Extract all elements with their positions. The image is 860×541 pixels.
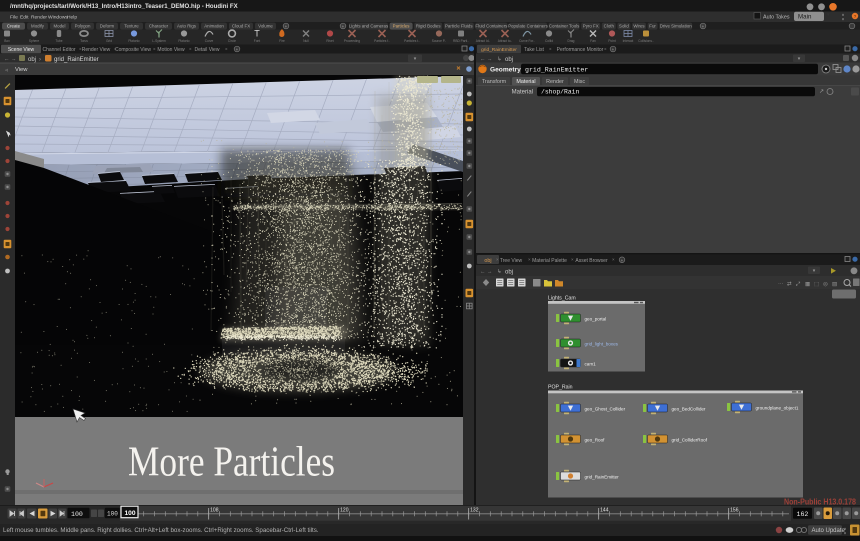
svg-text:Particle Fluids: Particle Fluids — [445, 24, 473, 29]
svg-text:Curve For..: Curve For.. — [519, 39, 535, 43]
svg-text:Particles: Particles — [393, 24, 411, 29]
svg-text:grid_RainEmitter: grid_RainEmitter — [54, 57, 99, 63]
svg-text:Grid: Grid — [106, 39, 112, 43]
svg-text:Platonic: Platonic — [128, 39, 140, 43]
svg-text:Scene View: Scene View — [8, 47, 35, 53]
svg-text:Container Tools: Container Tools — [549, 24, 580, 29]
svg-text:Channel Editor: Channel Editor — [42, 47, 75, 53]
svg-text:Render: Render — [31, 15, 47, 21]
svg-text:T: T — [254, 29, 260, 39]
svg-text:Platonic: Platonic — [178, 39, 190, 43]
svg-text:Populate Containers: Populate Containers — [508, 24, 549, 29]
svg-text:Fluid Containers: Fluid Containers — [475, 24, 508, 29]
svg-text:+: + — [236, 47, 239, 52]
svg-text:Lights and Cameras: Lights and Cameras — [349, 24, 389, 29]
svg-text:Texture: Texture — [124, 24, 139, 29]
svg-text:Cloud FX: Cloud FX — [232, 24, 250, 29]
svg-text:Drive Simulation: Drive Simulation — [660, 24, 693, 29]
svg-text:×: × — [79, 47, 82, 52]
svg-text:Edit: Edit — [20, 15, 29, 21]
svg-text:Polygon: Polygon — [75, 24, 91, 29]
svg-text:×: × — [225, 47, 228, 52]
svg-text:Collisions..: Collisions.. — [638, 39, 654, 43]
svg-text:Particles t..: Particles t.. — [404, 39, 420, 43]
svg-text:Create: Create — [7, 24, 21, 29]
svg-text:Render View: Render View — [82, 47, 111, 53]
svg-text:Circle: Circle — [228, 39, 236, 43]
svg-text:Interact: Interact — [623, 39, 634, 43]
svg-text:Drag: Drag — [568, 39, 575, 43]
svg-text:Attract Id..: Attract Id.. — [476, 39, 491, 43]
svg-text:Motion View: Motion View — [157, 47, 185, 53]
svg-text:Particles f..: Particles f.. — [374, 39, 390, 43]
svg-text:RBD Parti..: RBD Parti.. — [453, 39, 469, 43]
svg-text:L-System: L-System — [152, 39, 166, 43]
svg-text:←: ← — [4, 57, 10, 63]
svg-text:Font: Font — [254, 39, 260, 43]
svg-text:Fire: Fire — [279, 39, 285, 43]
svg-text:×: × — [189, 47, 192, 52]
svg-text:Null: Null — [303, 39, 309, 43]
svg-text:Detail View: Detail View — [195, 47, 220, 53]
svg-text:Rivet: Rivet — [326, 39, 333, 43]
svg-text:Help: Help — [67, 15, 77, 21]
svg-text:Torus: Torus — [80, 39, 88, 43]
svg-text:Source P..: Source P.. — [432, 39, 447, 43]
svg-text:Tube: Tube — [55, 39, 62, 43]
svg-text:Model: Model — [54, 24, 66, 29]
svg-text:Windows: Windows — [48, 15, 68, 21]
svg-text:Collid: Collid — [545, 39, 553, 43]
svg-text:Proceeding: Proceeding — [344, 39, 360, 43]
svg-text:Main: Main — [798, 14, 812, 21]
svg-text:→: → — [11, 57, 17, 63]
svg-text:›: › — [39, 57, 41, 63]
svg-text:Composite View: Composite View — [115, 47, 151, 53]
svg-text:▾: ▾ — [842, 17, 844, 22]
svg-text:+: + — [702, 24, 705, 29]
svg-text:+: + — [285, 24, 288, 29]
svg-text:Curve: Curve — [205, 39, 214, 43]
svg-text:obj: obj — [28, 57, 36, 63]
svg-text:Attract to..: Attract to.. — [498, 39, 513, 43]
svg-text:File: File — [10, 15, 18, 21]
svg-text:Point: Point — [608, 39, 615, 43]
svg-text:Box: Box — [4, 39, 10, 43]
svg-text:◃: ◃ — [5, 68, 8, 74]
svg-text:Animation: Animation — [204, 24, 224, 29]
svg-text:View: View — [15, 67, 28, 73]
svg-text:Fan: Fan — [590, 39, 596, 43]
svg-text:Character: Character — [149, 24, 169, 29]
svg-text:×: × — [114, 47, 117, 52]
svg-text:Pyro FX: Pyro FX — [583, 24, 599, 29]
svg-text:×: × — [153, 47, 156, 52]
svg-text:Auto Takes: Auto Takes — [763, 14, 790, 20]
svg-text:Modify: Modify — [31, 24, 45, 29]
svg-text:Wires: Wires — [633, 24, 645, 29]
svg-text:+: + — [342, 24, 345, 29]
svg-text:Volume: Volume — [258, 24, 273, 29]
svg-text:/mnt/hq/projects/tarl/Work/H13: /mnt/hq/projects/tarl/Work/H13_Intro/H13… — [10, 3, 239, 10]
svg-text:Auto Rigs: Auto Rigs — [177, 24, 197, 29]
svg-text:Sphere: Sphere — [29, 39, 40, 43]
svg-text:Deform: Deform — [100, 24, 115, 29]
svg-text:Cloth: Cloth — [604, 24, 615, 29]
svg-text:Fur: Fur — [649, 24, 656, 29]
svg-text:Solid: Solid — [619, 24, 629, 29]
svg-text:Rigid Bodies: Rigid Bodies — [416, 24, 441, 29]
